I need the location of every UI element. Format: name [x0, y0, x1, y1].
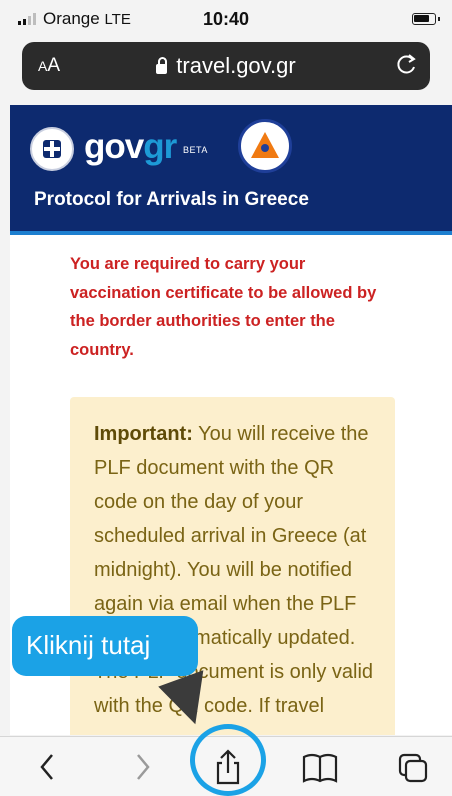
back-icon[interactable]: [24, 743, 72, 791]
forward-icon[interactable]: [118, 743, 166, 791]
beta-badge: BETA: [183, 145, 208, 155]
reload-icon[interactable]: [392, 50, 420, 78]
clock: 10:40: [202, 9, 250, 29]
url-display[interactable]: travel.gov.gr: [22, 53, 430, 79]
status-bar: Orange LTE 10:40: [0, 0, 452, 38]
share-highlight-ring: [190, 724, 266, 796]
battery-icon: [412, 13, 440, 25]
vaccination-warning: You are required to carry your vaccinati…: [70, 255, 377, 359]
civil-protection-logo-icon: [238, 119, 292, 173]
bookmarks-icon[interactable]: [296, 743, 344, 791]
tutorial-callout: Kliknij tutaj: [12, 616, 198, 676]
govgr-logo[interactable]: govgr: [84, 127, 177, 167]
address-bar[interactable]: AA travel.gov.gr: [22, 42, 430, 90]
important-notice: Important: You will receive the PLF docu…: [70, 397, 395, 735]
greek-seal-icon: [30, 127, 74, 171]
tabs-icon[interactable]: [390, 743, 438, 791]
url-domain: travel.gov.gr: [176, 53, 296, 78]
lock-icon: [156, 57, 168, 74]
site-header: govgr BETA Protocol for Arrivals in Gree…: [10, 105, 452, 235]
page-title: Protocol for Arrivals in Greece: [34, 189, 309, 210]
notice-text: Important: You will receive the PLF docu…: [94, 423, 374, 717]
